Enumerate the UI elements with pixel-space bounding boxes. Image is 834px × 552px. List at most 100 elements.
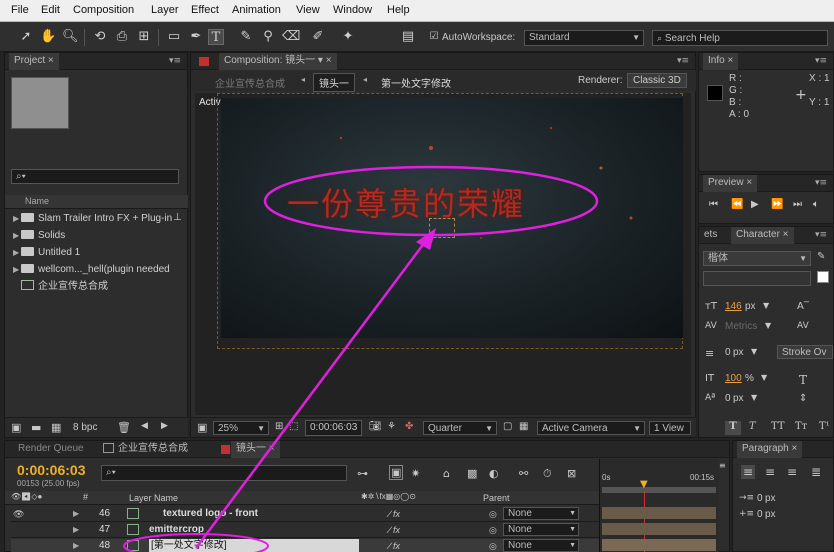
renderer-button[interactable]: Classic 3D: [627, 73, 687, 88]
new-composition-icon[interactable]: ▦: [51, 421, 61, 434]
pan-behind-tool-icon[interactable]: ⊞: [136, 29, 152, 45]
tab-preview[interactable]: Preview ×: [703, 175, 758, 192]
puppet-tool-icon[interactable]: ✦: [340, 29, 356, 45]
stopwatch-icon[interactable]: ⏱: [543, 467, 552, 481]
table-row[interactable]: ▶ 48 [第一处文字修改] ∕ fx ◎ None ▼: [11, 539, 601, 552]
next-frame-icon[interactable]: ⏩: [771, 199, 783, 210]
list-item[interactable]: ▶ Solids: [13, 228, 65, 244]
menu-layer[interactable]: Layer: [151, 4, 179, 16]
workspace-panel-icon[interactable]: ▤: [400, 29, 416, 45]
panel-menu-icon[interactable]: ▾≡: [169, 56, 181, 66]
panel-menu-icon[interactable]: ▾≡: [815, 178, 827, 188]
rotate-tool-icon[interactable]: ⟲: [92, 29, 108, 45]
parent-select[interactable]: None ▼: [503, 523, 579, 536]
lock-icon[interactable]: [199, 57, 209, 66]
faux-italic-button[interactable]: T: [749, 421, 756, 432]
camera-view-select[interactable]: Active Camera ▼: [537, 421, 645, 435]
prev-frame-icon[interactable]: ⏪: [731, 199, 743, 210]
lock-icon[interactable]: [221, 445, 230, 454]
menu-effect[interactable]: Effect: [191, 4, 219, 16]
snapshot-icon[interactable]: 📷︎: [369, 421, 382, 432]
align-right-icon[interactable]: ≡: [787, 465, 797, 479]
menu-composition[interactable]: Composition: [73, 4, 134, 16]
breadcrumb-prev[interactable]: 企业宣传总合成: [215, 75, 285, 90]
graph-editor-icon[interactable]: ⚯: [519, 467, 528, 480]
search-help-input[interactable]: ⌕ Search Help: [652, 30, 828, 46]
list-item[interactable]: ▶ Slam Trailer Intro FX + Plug-in: [13, 211, 172, 227]
audio-icon[interactable]: 🔈︎: [813, 199, 819, 210]
align-left-icon[interactable]: ≡: [741, 465, 756, 479]
layer-name-edit[interactable]: [第一处文字修改]: [149, 539, 359, 552]
transparency-grid-icon[interactable]: ▦: [519, 421, 528, 432]
tab-render-queue[interactable]: Render Queue: [13, 441, 89, 458]
font-family-select[interactable]: 楷体 ▼: [703, 251, 811, 266]
show-snapshot-icon[interactable]: ⚘: [387, 421, 396, 432]
interpret-footage-icon[interactable]: ▣: [11, 421, 21, 434]
comp-flowchart-icon[interactable]: ⊶: [357, 467, 368, 480]
live-update-icon[interactable]: ▣: [389, 465, 404, 480]
all-caps-button[interactable]: TT: [771, 421, 785, 432]
tab-info[interactable]: Info ×: [703, 53, 739, 70]
parent-select[interactable]: None ▼: [503, 539, 579, 552]
menu-help[interactable]: Help: [387, 4, 410, 16]
trash-icon[interactable]: 🗑︎: [117, 421, 131, 434]
breadcrumb-current[interactable]: 镜头一: [313, 73, 355, 92]
tab-character[interactable]: Character ×: [731, 227, 794, 244]
selection-tool-icon[interactable]: ➚: [18, 29, 34, 45]
color-channel-icon[interactable]: ✤: [405, 421, 413, 432]
roto-brush-tool-icon[interactable]: ✐: [310, 29, 326, 45]
stroke-width-value[interactable]: 0: [725, 347, 731, 358]
hand-tool-icon[interactable]: ✋: [40, 29, 56, 45]
eye-icon[interactable]: 👁: [13, 507, 24, 521]
parent-select[interactable]: None ▼: [503, 507, 579, 520]
project-search-input[interactable]: ⌕▾: [11, 169, 179, 184]
motion-blur-icon[interactable]: ◐: [489, 467, 499, 480]
region-icon[interactable]: ⬚: [289, 421, 298, 432]
always-preview-icon[interactable]: ▣: [197, 421, 207, 434]
eraser-tool-icon[interactable]: ⌫: [282, 29, 300, 45]
tab-effects[interactable]: ets: [699, 227, 722, 244]
scroll-left-icon[interactable]: ◀: [141, 421, 148, 431]
first-frame-icon[interactable]: ⏮: [709, 199, 718, 210]
breadcrumb-next[interactable]: 第一处文字修改: [381, 75, 451, 90]
table-row[interactable]: ▶ 47 emittercrop ∕ fx ◎ None ▼: [11, 523, 601, 538]
eyedropper-icon[interactable]: ✎: [817, 251, 825, 262]
workspace-select[interactable]: Standard ▼: [524, 30, 644, 46]
pen-tool-icon[interactable]: ✒: [188, 29, 204, 45]
stroke-type-select[interactable]: Stroke Ov: [777, 345, 833, 359]
flowchart-icon[interactable]: ⊥: [173, 212, 182, 223]
comp-timecode[interactable]: 0:00:06:03: [305, 420, 363, 436]
panel-menu-icon[interactable]: ▾≡: [815, 56, 827, 66]
menu-animation[interactable]: Animation: [232, 4, 281, 16]
faux-bold-button[interactable]: T: [725, 421, 741, 435]
timeline-timecode[interactable]: 0:00:06:03: [17, 462, 86, 478]
zoom-select[interactable]: 25% ▼: [213, 421, 269, 435]
panel-menu-icon[interactable]: ≡: [719, 461, 726, 470]
menu-edit[interactable]: Edit: [41, 4, 60, 16]
tab-composition[interactable]: Composition: 镜头一 ▾ ×: [219, 53, 337, 70]
menu-window[interactable]: Window: [333, 4, 372, 16]
panel-menu-icon[interactable]: ▾≡: [677, 56, 689, 66]
type-tool-icon[interactable]: T: [208, 29, 224, 45]
mask-tool-icon[interactable]: ▭: [166, 29, 182, 45]
justify-icon[interactable]: ≣: [811, 465, 821, 479]
view-layout-select[interactable]: 1 View: [649, 421, 691, 435]
list-item[interactable]: ▶ wellcom..._hell(plugin needed: [13, 262, 170, 278]
new-folder-icon[interactable]: ▬: [31, 421, 41, 434]
play-icon[interactable]: ▶: [751, 199, 759, 210]
autoworkspace-checkbox-icon[interactable]: ☑: [426, 29, 442, 45]
tab-paragraph[interactable]: Paragraph ×: [737, 441, 803, 458]
scroll-right-icon[interactable]: ▶: [161, 421, 168, 431]
grid-icon[interactable]: ⊞: [275, 421, 283, 432]
time-ruler[interactable]: 0s 00:15s ▼: [599, 459, 719, 552]
fill-color-swatch[interactable]: [817, 271, 829, 283]
resolution-select[interactable]: Quarter ▼: [423, 421, 497, 435]
small-caps-button[interactable]: Tт: [795, 421, 807, 432]
indent-left-value[interactable]: 0: [757, 493, 763, 504]
vertical-scale-value[interactable]: 100: [725, 373, 742, 384]
panel-menu-icon[interactable]: ▾≡: [815, 230, 827, 240]
tab-project[interactable]: Project ×: [9, 53, 59, 70]
list-item[interactable]: ▶ Untitled 1: [13, 245, 80, 261]
list-item[interactable]: 企业宣传总合成: [13, 279, 108, 295]
tab-comp-main[interactable]: 企业宣传总合成: [113, 441, 193, 458]
